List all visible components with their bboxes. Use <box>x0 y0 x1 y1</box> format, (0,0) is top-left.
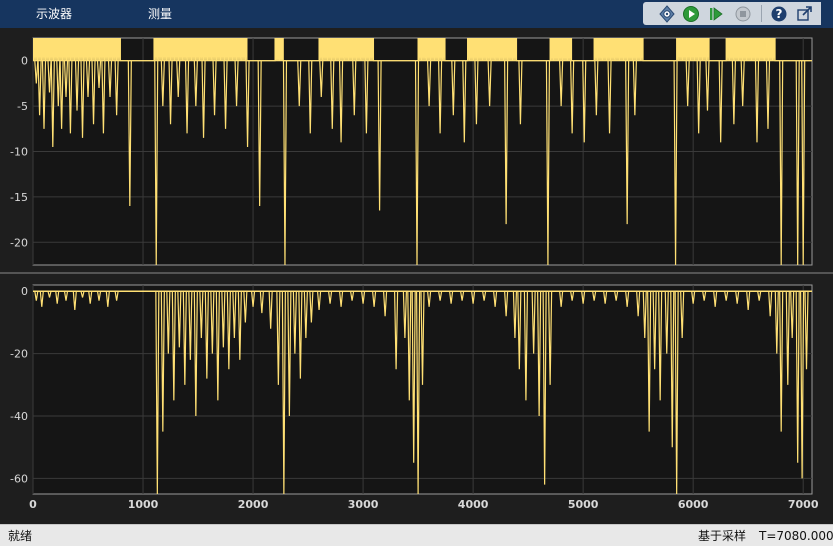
undock-button[interactable] <box>795 4 815 23</box>
y-tick-label: -5 <box>17 100 28 113</box>
tab-scope[interactable]: 示波器 <box>36 6 72 22</box>
x-tick-label: 5000 <box>568 498 599 511</box>
axes-bottom[interactable]: 0-20-40-600 1000 2000 3000 4000 5000 6000 7000 <box>10 284 819 511</box>
status-ready: 就绪 <box>8 529 33 543</box>
y-tick-label: -60 <box>10 472 28 485</box>
help-button[interactable]: ? <box>769 4 789 23</box>
status-sample-based: 基于采样 <box>698 529 747 543</box>
axes-top[interactable]: 0 -5 -10 -15 -20 <box>10 37 813 266</box>
toolbar-button-group: ? <box>643 2 821 25</box>
scope-display: 0 -5 -10 -15 -20 0 -20 -40 -60 0 1000 2000 3000 4000… <box>0 28 833 524</box>
x-tick-label: 4000 <box>458 498 489 511</box>
help-icon: ? <box>771 6 787 21</box>
y-tick-label: -20 <box>10 348 28 361</box>
configuration-icon <box>659 4 675 23</box>
plot-background <box>32 284 813 495</box>
undock-icon <box>797 5 812 21</box>
toolstrip: 示波器 测量 ? <box>0 0 833 28</box>
stop-icon <box>735 6 751 21</box>
y-tick-label: -15 <box>10 191 28 204</box>
status-bar: 就绪 基于采样 T=7080.0000 <box>0 524 833 546</box>
stop-button[interactable] <box>733 4 753 23</box>
step-forward-icon <box>710 6 723 21</box>
tab-measurements[interactable]: 测量 <box>148 6 172 22</box>
x-tick-label: 2000 <box>238 498 269 511</box>
y-tick-label: -40 <box>10 410 28 423</box>
scope-plots: 0-5-10-15-20 0-20-40-600 1000 2000 3000 4000… <box>0 37 833 511</box>
toolbar-separator <box>761 5 762 22</box>
x-tick-label: 7000 <box>788 498 819 511</box>
x-tick-label: 1000 <box>128 498 159 511</box>
y-tick-label: 0 <box>21 285 28 298</box>
x-tick-label: 3000 <box>348 498 379 511</box>
x-tick-label: 0 <box>29 498 37 511</box>
run-button[interactable] <box>681 4 701 23</box>
y-tick-label: 0 <box>21 55 28 68</box>
svg-text:?: ? <box>776 7 783 21</box>
step-forward-button[interactable] <box>706 4 726 23</box>
run-icon <box>683 5 699 22</box>
y-tick-label: -20 <box>10 236 28 249</box>
y-tick-label: -10 <box>10 146 28 159</box>
configuration-button[interactable] <box>657 4 677 23</box>
status-simulation-time: T=7080.0000 <box>759 529 833 543</box>
x-tick-label: 6000 <box>678 498 709 511</box>
